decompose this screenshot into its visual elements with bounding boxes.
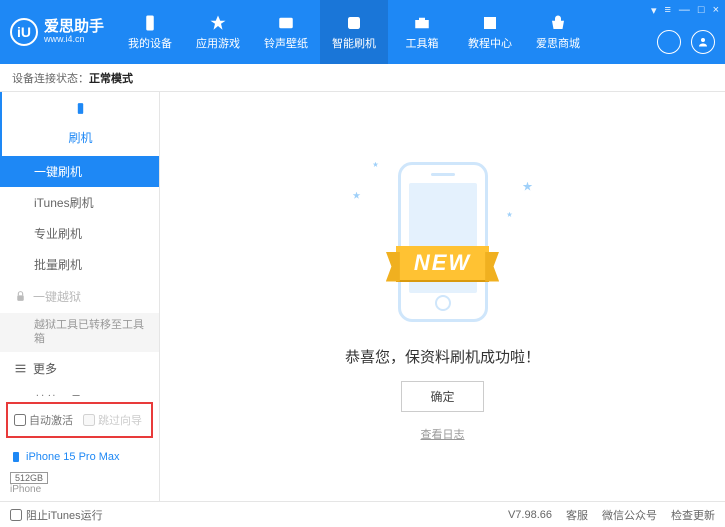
nav-store[interactable]: 爱思商城	[524, 0, 592, 64]
header: iU 爱思助手 www.i4.cn 我的设备 应用游戏 铃声壁纸 智能刷机 工具…	[0, 0, 725, 64]
ok-button[interactable]: 确定	[401, 381, 483, 412]
link-check-update[interactable]: 检查更新	[671, 507, 715, 523]
book-icon	[481, 14, 499, 32]
sidebar-item-oneclick-flash[interactable]: 一键刷机	[0, 156, 159, 187]
sidebar: 刷机 一键刷机 iTunes刷机 专业刷机 批量刷机 一键越狱 越狱工具已转移至…	[0, 92, 160, 501]
version-label: V7.98.66	[508, 509, 552, 521]
new-badge: NEW	[396, 246, 489, 280]
minimize-icon[interactable]: —	[679, 4, 690, 17]
checkbox-auto-activate[interactable]: 自动激活	[14, 412, 73, 428]
nav-ringtones[interactable]: 铃声壁纸	[252, 0, 320, 64]
flash-icon	[345, 14, 363, 32]
view-log-link[interactable]: 查看日志	[421, 426, 465, 442]
checkbox-skip-setup[interactable]: 跳过向导	[83, 412, 142, 428]
main-content: NEW 恭喜您，保资料刷机成功啦！ 确定 查看日志	[160, 92, 725, 501]
menu-icon[interactable]: ≡	[664, 4, 670, 17]
user-button[interactable]	[691, 30, 715, 54]
sidebar-options: 自动激活 跳过向导	[6, 402, 153, 438]
lock-icon	[14, 290, 27, 303]
jailbreak-note: 越狱工具已转移至工具箱	[0, 313, 159, 352]
store-icon	[549, 14, 567, 32]
main-nav: 我的设备 应用游戏 铃声壁纸 智能刷机 工具箱 教程中心 爱思商城	[116, 0, 592, 64]
device-icon	[141, 14, 159, 32]
success-illustration: NEW	[343, 152, 543, 332]
close-icon[interactable]: ×	[713, 4, 719, 17]
sidebar-item-itunes-flash[interactable]: iTunes刷机	[0, 187, 159, 218]
header-actions	[657, 30, 715, 54]
logo[interactable]: iU 爱思助手 www.i4.cn	[0, 18, 116, 46]
footer: 阻止iTunes运行 V7.98.66 客服 微信公众号 检查更新	[0, 501, 725, 527]
phone-icon	[10, 450, 22, 464]
nav-apps[interactable]: 应用游戏	[184, 0, 252, 64]
logo-title: 爱思助手	[44, 19, 104, 36]
nav-my-device[interactable]: 我的设备	[116, 0, 184, 64]
sidebar-item-batch-flash[interactable]: 批量刷机	[0, 249, 159, 280]
status-bar: 设备连接状态： 正常模式	[0, 64, 725, 92]
sidebar-group-more[interactable]: 更多	[0, 352, 159, 385]
image-icon	[277, 14, 295, 32]
nav-tutorials[interactable]: 教程中心	[456, 0, 524, 64]
maximize-icon[interactable]: □	[698, 4, 705, 17]
success-message: 恭喜您，保资料刷机成功啦！	[345, 346, 540, 367]
storage-badge: 512GB	[10, 472, 48, 484]
flash-group-icon	[74, 102, 87, 115]
sidebar-group-jailbreak: 一键越狱	[0, 280, 159, 313]
tray-icon[interactable]: ▾	[651, 4, 657, 17]
toolbox-icon	[413, 14, 431, 32]
logo-url: www.i4.cn	[44, 35, 104, 45]
device-type: iPhone	[0, 484, 159, 501]
status-label: 设备连接状态：	[12, 70, 89, 86]
nav-toolbox[interactable]: 工具箱	[388, 0, 456, 64]
more-icon	[14, 362, 27, 375]
nav-flash[interactable]: 智能刷机	[320, 0, 388, 64]
download-button[interactable]	[657, 30, 681, 54]
device-name[interactable]: iPhone 15 Pro Max	[0, 444, 159, 470]
checkbox-block-itunes[interactable]: 阻止iTunes运行	[10, 507, 103, 523]
logo-icon: iU	[10, 18, 38, 46]
apps-icon	[209, 14, 227, 32]
status-mode: 正常模式	[89, 70, 133, 86]
sidebar-item-other-tools[interactable]: 其他工具	[0, 385, 159, 396]
sidebar-item-pro-flash[interactable]: 专业刷机	[0, 218, 159, 249]
window-controls: ▾ ≡ — □ ×	[651, 4, 719, 17]
sidebar-group-flash[interactable]: 刷机	[0, 92, 159, 156]
link-wechat[interactable]: 微信公众号	[602, 507, 657, 523]
link-support[interactable]: 客服	[566, 507, 588, 523]
